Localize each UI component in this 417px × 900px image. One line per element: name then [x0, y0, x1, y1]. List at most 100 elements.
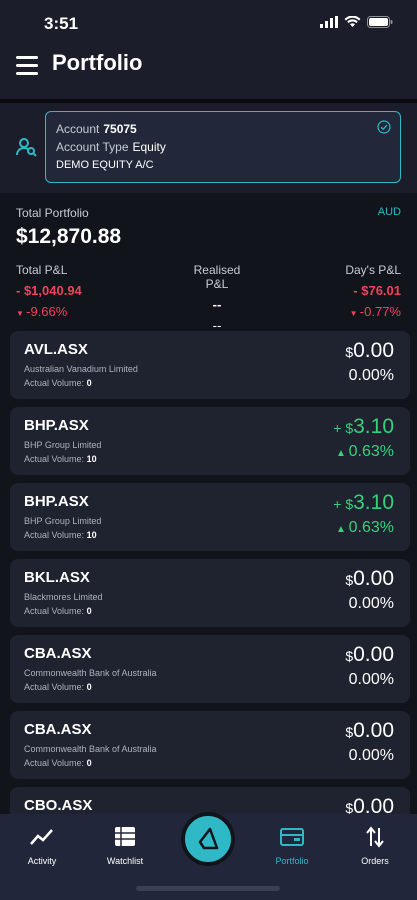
holding-card[interactable]: BKL.ASX Blackmores Limited Actual Volume: …: [10, 559, 410, 627]
realised-pl-value: --: [212, 297, 222, 312]
pct-value: 0.00%: [348, 367, 394, 384]
holding-card[interactable]: BHP.ASX BHP Group Limited Actual Volume: 1…: [10, 407, 410, 475]
account-type-row: Account Type Equity: [56, 138, 390, 156]
nav-portfolio-label: Portfolio: [275, 856, 309, 866]
trade-icon: [198, 827, 219, 850]
holding-card[interactable]: BHP.ASX BHP Group Limited Actual Volume: 1…: [10, 483, 410, 551]
account-type-label: Account Type: [56, 140, 129, 154]
pct-value: 0.63%: [348, 443, 394, 460]
total-pl: Total P&L - $1,040.94 ▼ -9.66%: [16, 263, 82, 319]
holding-company: Blackmores Limited: [24, 592, 103, 602]
volume-label: Actual Volume:: [24, 606, 85, 616]
holding-company: BHP Group Limited: [24, 440, 102, 450]
holding-symbol: BKL.ASX: [24, 569, 90, 586]
account-label: Account: [56, 122, 100, 136]
currency-selector[interactable]: AUD: [378, 206, 401, 218]
volume-label: Actual Volume:: [24, 378, 85, 388]
volume-label: Actual Volume:: [24, 682, 85, 692]
holding-symbol: CBA.ASX: [24, 721, 92, 738]
holding-symbol: CBO.ASX: [24, 797, 93, 814]
pct-value: 0.00%: [348, 671, 394, 688]
price-prefix: $: [345, 724, 354, 740]
holding-company: BHP Group Limited: [24, 516, 102, 526]
realised-pl-label: Realised P&L: [193, 263, 241, 291]
watchlist-icon: [115, 827, 135, 846]
total-pl-value: - $1,040.94: [16, 283, 82, 298]
holding-symbol: AVL.ASX: [24, 341, 88, 358]
holding-card[interactable]: CBA.ASX Commonwealth Bank of Australia Act…: [10, 711, 410, 779]
holding-price: + $3.10: [333, 415, 394, 439]
holding-price: $0.00: [345, 339, 394, 363]
down-arrow-icon: ▼: [16, 309, 27, 318]
status-icons: [320, 16, 393, 28]
holding-volume: Actual Volume: 0: [24, 606, 92, 616]
day-pl: Day's P&L - $76.01 ▼ -0.77%: [345, 263, 401, 319]
holding-card[interactable]: AVL.ASX Australian Vanadium Limited Actual…: [10, 331, 410, 399]
price-value: 3.10: [353, 415, 394, 438]
account-number-row: Account 75075: [56, 120, 390, 138]
total-pl-pct-row: ▼ -9.66%: [16, 304, 82, 319]
holding-volume: Actual Volume: 0: [24, 378, 92, 388]
volume-value: 0: [86, 758, 92, 768]
price-value: 0.00: [353, 339, 394, 362]
check-circle-icon: [377, 120, 391, 134]
holding-symbol: BHP.ASX: [24, 493, 89, 510]
portfolio-summary: Total Portfolio AUD $12,870.88 Total P&L…: [0, 193, 417, 333]
nav-portfolio[interactable]: Portfolio: [262, 826, 322, 866]
price-prefix: + $: [333, 420, 354, 436]
price-value: 0.00: [353, 567, 394, 590]
pct-value: 0.00%: [348, 595, 394, 612]
account-section: Account 75075 Account Type Equity DEMO EQU…: [0, 103, 417, 193]
status-bar: 3:51: [0, 0, 417, 44]
price-prefix: $: [345, 648, 354, 664]
page-title: Portfolio: [52, 50, 143, 75]
day-pl-label: Day's P&L: [345, 263, 401, 277]
holding-symbol: BHP.ASX: [24, 417, 89, 434]
holding-company: Commonwealth Bank of Australia: [24, 668, 157, 678]
holding-symbol: CBA.ASX: [24, 645, 92, 662]
nav-activity-label: Activity: [27, 856, 57, 866]
nav-watchlist[interactable]: Watchlist: [95, 826, 155, 866]
nav-watchlist-label: Watchlist: [106, 856, 144, 866]
portfolio-icon: [280, 828, 304, 846]
account-number: 75075: [103, 122, 137, 136]
up-arrow-icon: ▲: [335, 524, 349, 535]
app-header: Portfolio: [0, 44, 417, 99]
price-prefix: + $: [333, 496, 354, 512]
nav-orders-label: Orders: [361, 856, 389, 866]
nav-orders[interactable]: Orders: [345, 826, 405, 866]
holding-pct: 0.00%: [349, 367, 394, 385]
volume-label: Actual Volume:: [24, 530, 85, 540]
trade-fab-button[interactable]: [181, 812, 235, 866]
signal-icon: [320, 16, 338, 28]
volume-value: 0: [86, 606, 92, 616]
holding-card[interactable]: CBA.ASX Commonwealth Bank of Australia Act…: [10, 635, 410, 703]
holding-volume: Actual Volume: 0: [24, 758, 92, 768]
holding-company: Commonwealth Bank of Australia: [24, 744, 157, 754]
price-prefix: $: [345, 344, 354, 360]
status-time: 3:51: [44, 14, 79, 33]
orders-icon: [366, 826, 384, 848]
holding-volume: Actual Volume: 0: [24, 682, 92, 692]
price-value: 0.00: [353, 643, 394, 666]
nav-activity[interactable]: Activity: [12, 826, 72, 866]
account-card[interactable]: Account 75075 Account Type Equity DEMO EQU…: [45, 111, 401, 183]
holding-price: + $3.10: [333, 491, 394, 515]
volume-label: Actual Volume:: [24, 758, 85, 768]
holding-price: $0.00: [345, 567, 394, 591]
menu-icon[interactable]: [16, 56, 38, 76]
holding-pct: 0.00%: [349, 747, 394, 765]
home-indicator: [136, 886, 280, 891]
account-search-icon[interactable]: [16, 136, 38, 158]
holding-price: $0.00: [345, 719, 394, 743]
pct-value: 0.63%: [348, 519, 394, 536]
total-pl-pct: -9.66%: [26, 304, 68, 319]
total-portfolio-label: Total Portfolio: [16, 206, 89, 220]
day-pl-pct: -0.77%: [359, 304, 401, 319]
holding-price: $0.00: [345, 643, 394, 667]
total-portfolio-value: $12,870.88: [16, 225, 122, 248]
battery-icon: [367, 16, 393, 28]
holding-volume: Actual Volume: 10: [24, 530, 97, 540]
volume-value: 10: [86, 530, 97, 540]
holding-pct: 0.00%: [349, 595, 394, 613]
